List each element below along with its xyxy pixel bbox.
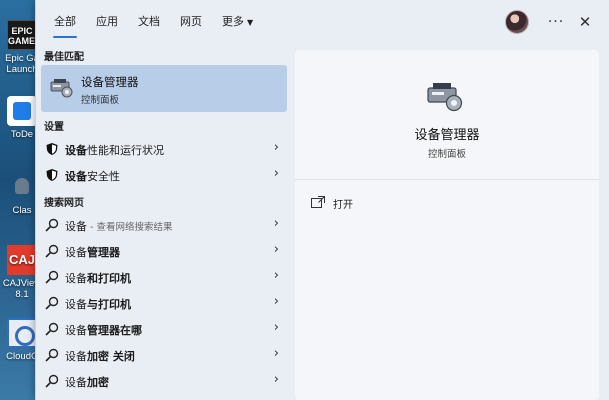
best-match-name: 设备管理器 (81, 75, 139, 89)
result-label: 设备性能和运行状况 (65, 144, 164, 157)
results-list: 最佳匹配 设备管理器 控制面板 设置 设备性能和运行状况 › 设备安全性 › 搜… (36, 44, 295, 400)
web-search-result-item[interactable]: 设备加密 › (41, 368, 287, 394)
result-label: 设备加密 (65, 376, 109, 389)
result-label: 设备与打印机 (65, 298, 131, 311)
web-search-result-item[interactable]: 设备加密 关闭 › (41, 342, 287, 368)
avatar[interactable] (505, 10, 529, 34)
result-label: 设备安全性 (65, 170, 120, 183)
detail-pane: 设备管理器 控制面板 打开 (295, 50, 599, 400)
chevron-right-icon: › (273, 268, 279, 283)
section-title-settings: 设置 (44, 122, 64, 133)
caret-down-icon: ▼ (247, 18, 254, 27)
open-label: 打开 (333, 200, 353, 211)
clash-icon (7, 172, 37, 202)
chevron-right-icon: › (273, 372, 279, 387)
web-search-result-item[interactable]: 设备管理器在哪 › (41, 316, 287, 342)
section-title-web-search: 搜索网页 (44, 198, 84, 209)
search-icon (45, 270, 59, 284)
result-label: 设备加密 关闭 (65, 350, 135, 363)
web-search-result-item[interactable]: 设备管理器 › (41, 238, 287, 264)
search-icon (45, 348, 59, 362)
best-match-item[interactable]: 设备管理器 控制面板 (41, 65, 287, 112)
web-search-result-item[interactable]: 设备和打印机 › (41, 264, 287, 290)
chevron-right-icon: › (273, 242, 279, 257)
web-search-result-item[interactable]: 设备与打印机 › (41, 290, 287, 316)
tab-label: 全部 (54, 15, 76, 28)
start-search-panel: 全部 应用 文档 网页 更多 ▼ ··· ✕ 最佳匹配 设备管理器 控制面板 设置 (35, 0, 609, 400)
more-options-button[interactable]: ··· (543, 10, 569, 34)
tab-all[interactable]: 全部 (44, 0, 86, 44)
device-manager-icon (50, 79, 73, 98)
web-search-result-item[interactable]: 设备 - 查看网络搜索结果 › (41, 212, 287, 238)
chevron-right-icon: › (273, 294, 279, 309)
section-title-best-match: 最佳匹配 (44, 52, 84, 63)
result-label: 设备 - 查看网络搜索结果 (65, 220, 173, 233)
result-label: 设备和打印机 (65, 272, 131, 285)
search-icon (45, 218, 59, 232)
search-icon (45, 296, 59, 310)
tab-label: 网页 (180, 15, 202, 28)
device-manager-icon (427, 83, 463, 112)
shield-icon (46, 169, 58, 181)
search-icon (45, 322, 59, 336)
search-topbar: 全部 应用 文档 网页 更多 ▼ ··· ✕ (36, 0, 609, 44)
tab-documents[interactable]: 文档 (128, 0, 170, 44)
result-label: 设备管理器 (65, 246, 120, 259)
open-action[interactable]: 打开 (311, 194, 431, 216)
tab-more[interactable]: 更多 ▼ (212, 0, 263, 44)
chevron-right-icon: › (273, 320, 279, 335)
search-icon (45, 244, 59, 258)
todesk-icon (7, 96, 37, 126)
settings-result-item[interactable]: 设备性能和运行状况 › (41, 136, 287, 162)
tab-label: 应用 (96, 15, 118, 28)
tab-label: 更多 (222, 15, 244, 28)
divider (295, 179, 599, 180)
chevron-right-icon: › (273, 346, 279, 361)
chevron-right-icon: › (273, 216, 279, 231)
epic-games-icon: EPIC GAMES (7, 20, 41, 50)
detail-title: 设备管理器 (414, 128, 480, 143)
tab-apps[interactable]: 应用 (86, 0, 128, 44)
chevron-right-icon: › (273, 166, 279, 181)
best-match-subtitle: 控制面板 (81, 95, 120, 106)
close-button[interactable]: ✕ (572, 10, 598, 34)
result-label: 设备管理器在哪 (65, 324, 142, 337)
open-icon (311, 196, 325, 208)
search-filter-tabs: 全部 应用 文档 网页 更多 ▼ (36, 0, 263, 44)
search-icon (45, 374, 59, 388)
tab-web[interactable]: 网页 (170, 0, 212, 44)
cajviewer-icon: CAJ (7, 245, 37, 275)
shield-icon (46, 143, 58, 155)
detail-subtitle: 控制面板 (427, 149, 466, 160)
settings-result-item[interactable]: 设备安全性 › (41, 162, 287, 188)
cloud-app-icon (7, 318, 37, 348)
chevron-right-icon: › (273, 140, 279, 155)
tab-label: 文档 (138, 15, 160, 28)
